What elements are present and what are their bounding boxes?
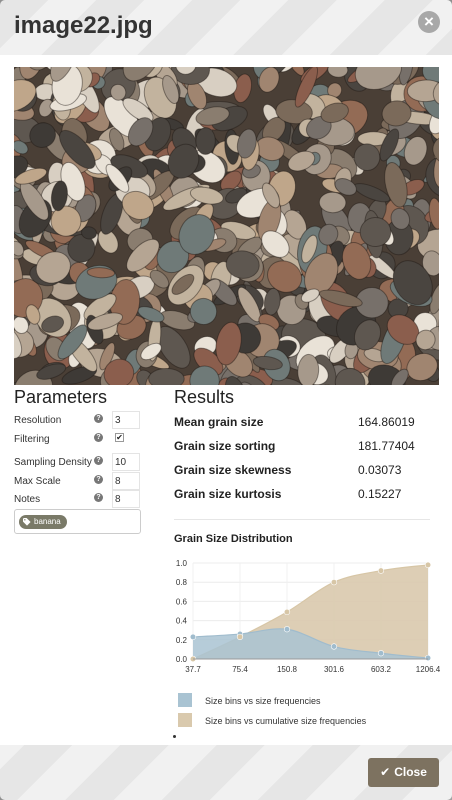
y-tick-label: 0.8 bbox=[176, 578, 188, 587]
gravel-image bbox=[14, 67, 439, 385]
legend-label: Size bins vs cumulative size frequencies bbox=[205, 716, 367, 726]
y-tick-label: 1.0 bbox=[176, 559, 188, 568]
x-tick-label: 75.4 bbox=[232, 665, 248, 674]
result-row: Grain size kurtosis 0.15227 bbox=[174, 484, 430, 504]
tag-chip[interactable]: banana bbox=[19, 515, 67, 529]
y-tick-label: 0.4 bbox=[176, 617, 188, 626]
param-row-filtering: Filtering ? ✔ bbox=[14, 430, 144, 450]
help-icon[interactable]: ? bbox=[94, 475, 103, 484]
data-point bbox=[283, 608, 291, 616]
close-icon[interactable]: × bbox=[418, 11, 440, 33]
result-row: Grain size skewness 0.03073 bbox=[174, 460, 430, 480]
parameters-heading: Parameters bbox=[14, 387, 108, 407]
tags-input[interactable]: banana bbox=[14, 509, 141, 534]
legend-label: Size bins vs size frequencies bbox=[205, 696, 321, 706]
x-tick-label: 301.6 bbox=[324, 665, 345, 674]
grain-size-chart: 0.0 0.2 0.4 0.6 0.8 1.0 37.7 75.4 150.8 301.6 603.… bbox=[176, 559, 440, 674]
param-label: Notes bbox=[14, 494, 41, 505]
filtering-checkbox[interactable]: ✔ bbox=[115, 433, 124, 442]
y-tick-label: 0.2 bbox=[176, 636, 188, 645]
modal-header: image22.jpg × bbox=[0, 0, 452, 55]
data-point bbox=[236, 633, 244, 641]
pager-dot[interactable] bbox=[173, 735, 176, 738]
help-icon[interactable]: ? bbox=[94, 456, 103, 465]
result-label: Grain size sorting bbox=[174, 439, 276, 453]
data-point bbox=[330, 579, 338, 586]
results-heading: Results bbox=[174, 387, 235, 407]
modal-body: Parameters Resolution ? 3 Filtering ? ✔ … bbox=[0, 55, 452, 745]
result-row: Grain size sorting 181.77404 bbox=[174, 436, 430, 456]
sampling-density-input[interactable]: 10 bbox=[112, 453, 140, 471]
param-label: Sampling Density bbox=[14, 457, 92, 468]
divider bbox=[174, 519, 430, 520]
y-tick-label: 0.0 bbox=[176, 655, 188, 664]
result-value: 181.77404 bbox=[358, 439, 415, 453]
x-tick-label: 603.2 bbox=[371, 665, 392, 674]
x-tick-label: 1206.4 bbox=[416, 665, 440, 674]
modal-dialog: image22.jpg × Parameters Resolution ? 3 … bbox=[0, 0, 452, 800]
data-point bbox=[377, 567, 385, 574]
result-row: Mean grain size 164.86019 bbox=[174, 412, 430, 432]
data-point bbox=[424, 654, 432, 662]
notes-input[interactable]: 8 bbox=[112, 490, 140, 508]
x-tick-label: 37.7 bbox=[185, 665, 201, 674]
modal-title: image22.jpg bbox=[14, 12, 153, 39]
chart-title: Grain Size Distribution bbox=[174, 533, 293, 545]
pebble bbox=[148, 367, 185, 385]
legend-swatch-cumulative bbox=[178, 713, 192, 727]
resolution-input[interactable]: 3 bbox=[112, 411, 140, 429]
close-button-label: Close bbox=[394, 765, 427, 779]
param-row-max-scale: Max Scale ? 8 bbox=[14, 472, 144, 492]
legend-swatch-frequencies bbox=[178, 693, 192, 707]
y-tick-label: 0.6 bbox=[176, 597, 188, 606]
result-label: Grain size skewness bbox=[174, 463, 292, 477]
close-button[interactable]: ✔ Close bbox=[368, 758, 439, 787]
param-label: Max Scale bbox=[14, 476, 61, 487]
max-scale-input[interactable]: 8 bbox=[112, 472, 140, 490]
help-icon[interactable]: ? bbox=[94, 433, 103, 442]
data-point bbox=[189, 633, 197, 641]
param-label: Filtering bbox=[14, 434, 50, 445]
tag-label: banana bbox=[34, 517, 61, 526]
param-row-resolution: Resolution ? 3 bbox=[14, 411, 144, 431]
param-label: Resolution bbox=[14, 415, 62, 426]
pebble bbox=[195, 127, 216, 155]
result-label: Grain size kurtosis bbox=[174, 487, 282, 501]
help-icon[interactable]: ? bbox=[94, 493, 103, 502]
result-value: 0.03073 bbox=[358, 463, 402, 477]
checkmark-icon: ✔ bbox=[380, 765, 391, 779]
pebble bbox=[318, 191, 347, 214]
data-point bbox=[330, 643, 338, 650]
data-point bbox=[377, 650, 385, 657]
result-value: 0.15227 bbox=[358, 487, 402, 501]
result-value: 164.86019 bbox=[358, 415, 415, 429]
x-tick-label: 150.8 bbox=[277, 665, 298, 674]
data-point bbox=[424, 561, 432, 569]
data-point bbox=[283, 626, 291, 633]
param-row-sampling-density: Sampling Density ? 10 bbox=[14, 453, 144, 473]
help-icon[interactable]: ? bbox=[94, 414, 103, 423]
tag-icon bbox=[23, 518, 31, 526]
param-row-notes: Notes ? 8 bbox=[14, 490, 144, 510]
result-label: Mean grain size bbox=[174, 415, 264, 429]
